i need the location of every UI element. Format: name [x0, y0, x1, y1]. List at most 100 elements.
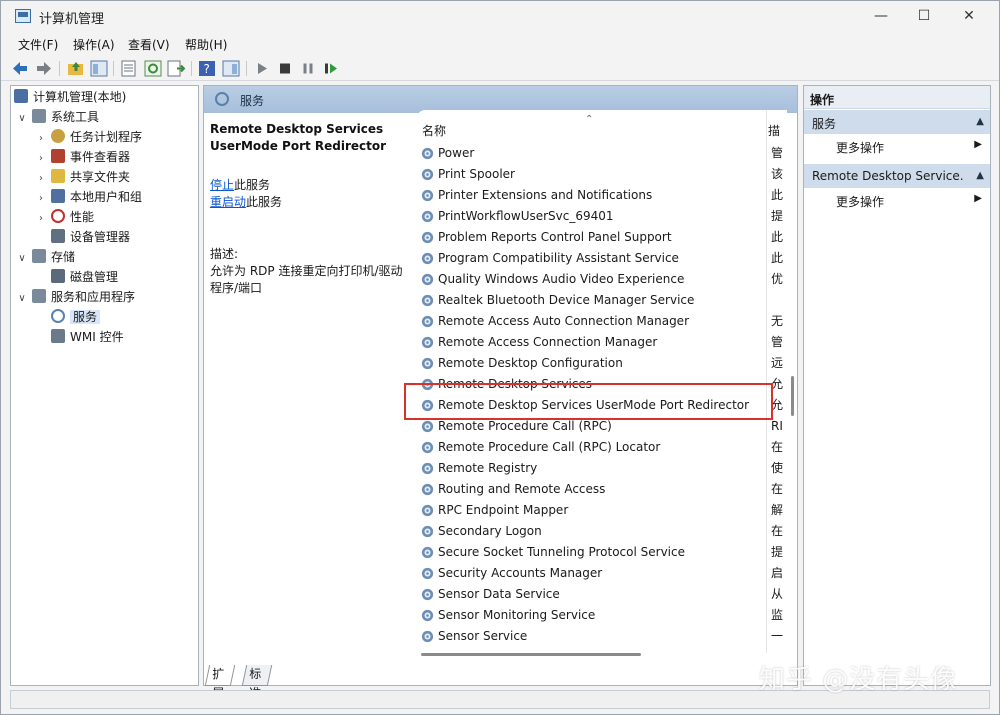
properties-icon[interactable] — [120, 60, 138, 77]
service-gear-icon — [421, 294, 434, 307]
tree-item-computer-management[interactable]: 计算机管理(本地) — [14, 87, 126, 107]
service-row[interactable]: Sensor Monitoring Service 监 — [417, 605, 787, 626]
restart-service-link[interactable]: 重启动 — [210, 195, 246, 209]
up-folder-icon[interactable] — [67, 60, 85, 77]
tree-item-performance[interactable]: › 性能 — [35, 207, 94, 227]
service-description-cell: 该 — [771, 167, 784, 181]
service-row[interactable]: Printer Extensions and Notifications 此 — [417, 185, 787, 206]
chevron-right-icon[interactable]: › — [35, 189, 47, 209]
tab-extended[interactable]: 扩展 — [204, 665, 236, 700]
service-gear-icon — [421, 210, 434, 223]
refresh-icon[interactable] — [144, 60, 162, 77]
chevron-right-icon[interactable]: › — [35, 169, 47, 189]
tree-item-system-tools[interactable]: ∨ 系统工具 — [16, 107, 99, 127]
tree-item-event-viewer[interactable]: › 事件查看器 — [35, 147, 130, 167]
tree-item-local-users-groups[interactable]: › 本地用户和组 — [35, 187, 142, 207]
vertical-scrollbar[interactable] — [789, 110, 797, 653]
service-row[interactable]: Remote Registry 使 — [417, 458, 787, 479]
tree-item-disk-management[interactable]: 磁盘管理 — [35, 267, 118, 287]
tab-standard[interactable]: 标准 — [241, 665, 273, 700]
chevron-down-icon[interactable]: ∨ — [16, 249, 28, 269]
tree-item-storage[interactable]: ∨ 存储 — [16, 247, 75, 267]
service-row[interactable]: Routing and Remote Access 在 — [417, 479, 787, 500]
chevron-right-icon[interactable]: › — [35, 149, 47, 169]
start-service-icon[interactable] — [253, 60, 271, 77]
tree-item-services-and-applications[interactable]: ∨ 服务和应用程序 — [16, 287, 135, 307]
collapse-caret-icon[interactable]: ▲ — [976, 116, 984, 127]
service-row[interactable]: Realtek Bluetooth Device Manager Service — [417, 290, 787, 311]
maximize-button[interactable]: ☐ — [901, 5, 947, 27]
service-row[interactable]: Remote Desktop Configuration 远 — [417, 353, 787, 374]
pause-service-icon[interactable] — [299, 60, 317, 77]
minimize-button[interactable]: — — [858, 5, 904, 27]
service-name: Program Compatibility Assistant Service — [438, 251, 679, 265]
column-header-description[interactable]: 描 — [768, 122, 780, 139]
service-name: Remote Registry — [438, 461, 538, 475]
show-hide-tree-icon[interactable] — [90, 60, 108, 77]
back-arrow-icon[interactable] — [11, 60, 29, 77]
vertical-scroll-thumb[interactable] — [791, 376, 794, 416]
chevron-down-icon[interactable]: ∨ — [16, 109, 28, 129]
service-row[interactable]: Security Accounts Manager 启 — [417, 563, 787, 584]
service-row[interactable]: Secondary Logon 在 — [417, 521, 787, 542]
service-row[interactable]: Remote Access Auto Connection Manager 无 — [417, 311, 787, 332]
export-list-icon[interactable] — [167, 60, 185, 77]
tree-item-wmi-control[interactable]: WMI 控件 — [35, 327, 124, 347]
service-row[interactable]: Quality Windows Audio Video Experience 优 — [417, 269, 787, 290]
actions-group-selected-service[interactable]: Remote Desktop Service... ▲ — [804, 164, 990, 188]
device-manager-icon — [51, 229, 65, 243]
service-row[interactable]: Remote Access Connection Manager 管 — [417, 332, 787, 353]
clock-icon — [51, 129, 65, 143]
tree-item-device-manager[interactable]: 设备管理器 — [35, 227, 130, 247]
horizontal-scroll-thumb[interactable] — [421, 653, 641, 656]
show-action-pane-icon[interactable] — [222, 60, 240, 77]
chevron-down-icon[interactable]: ∨ — [16, 289, 28, 309]
menu-file[interactable]: 文件(F) — [18, 36, 58, 53]
service-row[interactable]: Sensor Service 一 — [417, 626, 787, 647]
tree-item-task-scheduler[interactable]: › 任务计划程序 — [35, 127, 142, 147]
services-pane-header: 服务 — [204, 86, 797, 113]
help-icon[interactable]: ? — [198, 60, 216, 77]
stop-service-icon[interactable] — [276, 60, 294, 77]
service-row[interactable]: Program Compatibility Assistant Service 此 — [417, 248, 787, 269]
service-gear-icon — [421, 231, 434, 244]
service-description-cell: 解 — [771, 503, 784, 517]
service-gear-icon — [421, 441, 434, 454]
service-description-cell: 此 — [771, 251, 784, 265]
restart-service-icon[interactable] — [322, 60, 340, 77]
chevron-right-icon[interactable]: › — [35, 209, 47, 229]
service-row[interactable]: Power 管 — [417, 143, 787, 164]
service-name: Secondary Logon — [438, 524, 542, 538]
menu-action[interactable]: 操作(A) — [73, 36, 115, 53]
service-name: Sensor Service — [438, 629, 528, 643]
stop-service-link[interactable]: 停止 — [210, 178, 234, 192]
service-row[interactable]: RPC Endpoint Mapper 解 — [417, 500, 787, 521]
menu-help[interactable]: 帮助(H) — [185, 36, 227, 53]
chevron-right-icon[interactable]: › — [35, 129, 47, 149]
sort-ascending-icon: ⌃ — [585, 114, 594, 125]
more-actions-selected-service[interactable]: 更多操作 ▶ — [804, 189, 990, 211]
computer-management-icon — [15, 9, 31, 23]
service-row[interactable]: Remote Procedure Call (RPC) Locator 在 — [417, 437, 787, 458]
collapse-caret-icon[interactable]: ▲ — [976, 170, 984, 181]
service-row[interactable]: PrintWorkflowUserSvc_69401 提 — [417, 206, 787, 227]
service-description-cell: 优 — [771, 272, 784, 286]
actions-group-services[interactable]: 服务 ▲ — [804, 110, 990, 134]
toolbar: ? — [1, 56, 999, 81]
more-actions-services[interactable]: 更多操作 ▶ — [804, 135, 990, 157]
service-row[interactable]: Print Spooler 该 — [417, 164, 787, 185]
services-list-header: 名称 ⌃ 描 — [417, 114, 787, 139]
forward-arrow-icon[interactable] — [35, 60, 53, 77]
service-row[interactable]: Sensor Data Service 从 — [417, 584, 787, 605]
service-row[interactable]: Secure Socket Tunneling Protocol Service… — [417, 542, 787, 563]
service-name: RPC Endpoint Mapper — [438, 503, 569, 517]
menu-view[interactable]: 查看(V) — [128, 36, 170, 53]
close-button[interactable]: ✕ — [946, 5, 992, 27]
service-description-cell: 此 — [771, 188, 784, 202]
column-header-name[interactable]: 名称 — [422, 122, 446, 139]
highlight-box — [404, 383, 773, 420]
service-row[interactable]: Problem Reports Control Panel Support 此 — [417, 227, 787, 248]
tree-item-shared-folders[interactable]: › 共享文件夹 — [35, 167, 130, 187]
toolbox-icon — [32, 109, 46, 123]
tree-item-services[interactable]: 服务 — [35, 307, 101, 327]
